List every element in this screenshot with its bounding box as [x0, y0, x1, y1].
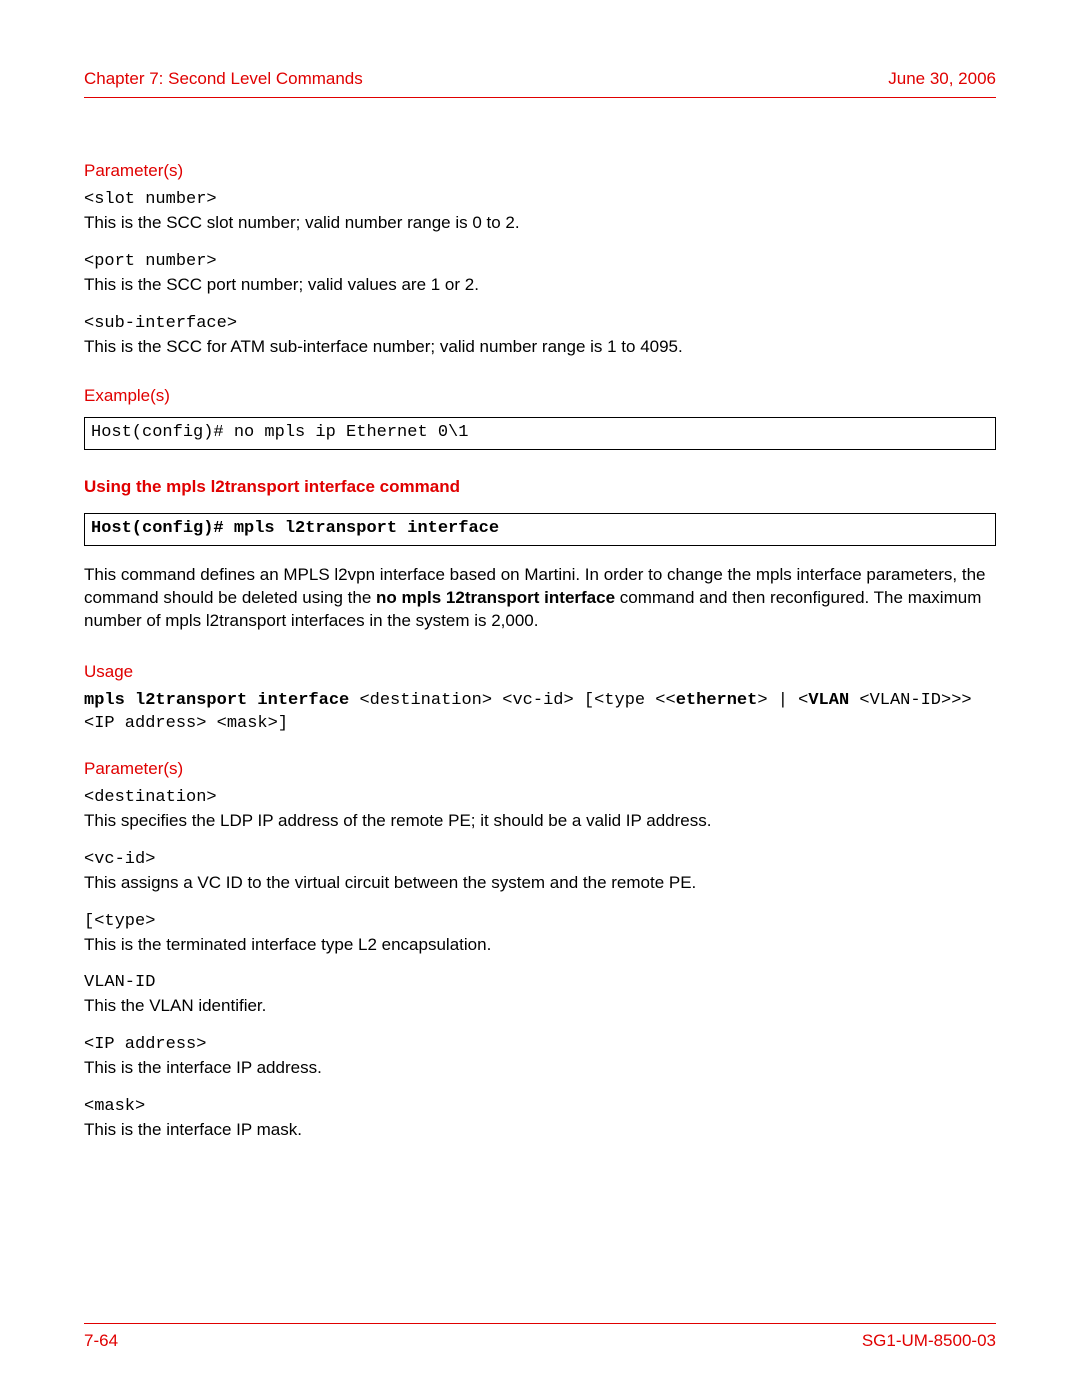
param-destination: <destination> This specifies the LDP IP … [84, 787, 996, 833]
parameters-heading-1: Parameter(s) [84, 160, 996, 183]
param-term: <mask> [84, 1096, 996, 1119]
param-desc: This is the interface IP mask. [84, 1119, 996, 1142]
usage-syntax: mpls l2transport interface <destination>… [84, 690, 996, 736]
usage-heading: Usage [84, 661, 996, 684]
command-syntax-box: Host(config)# mpls l2transport interface [84, 513, 996, 546]
param-term: VLAN-ID [84, 972, 996, 995]
param-vc-id: <vc-id> This assigns a VC ID to the virt… [84, 849, 996, 895]
param-term: <vc-id> [84, 849, 996, 872]
param-sub-interface: <sub-interface> This is the SCC for ATM … [84, 313, 996, 359]
usage-bold-1: mpls l2transport interface [84, 691, 359, 710]
usage-bold-2: ethernet [676, 691, 758, 710]
param-desc: This specifies the LDP IP address of the… [84, 810, 996, 833]
param-term: [<type> [84, 911, 996, 934]
usage-plain-2: > | < [757, 691, 808, 710]
command-description: This command defines an MPLS l2vpn inter… [84, 564, 996, 633]
param-port-number: <port number> This is the SCC port numbe… [84, 251, 996, 297]
footer-page-number: 7-64 [84, 1330, 118, 1353]
footer-doc-id: SG1-UM-8500-03 [862, 1330, 996, 1353]
header-date: June 30, 2006 [888, 68, 996, 91]
examples-heading: Example(s) [84, 385, 996, 408]
param-term: <sub-interface> [84, 313, 996, 336]
usage-bold-3: VLAN [808, 691, 849, 710]
param-term: <port number> [84, 251, 996, 274]
param-ip-address: <IP address> This is the interface IP ad… [84, 1034, 996, 1080]
param-type: [<type> This is the terminated interface… [84, 911, 996, 957]
param-term: <IP address> [84, 1034, 996, 1057]
page: Chapter 7: Second Level Commands June 30… [0, 0, 1080, 1397]
header-chapter: Chapter 7: Second Level Commands [84, 68, 363, 91]
parameters-heading-2: Parameter(s) [84, 758, 996, 781]
sub-heading: Using the mpls l2transport interface com… [84, 476, 996, 499]
param-slot-number: <slot number> This is the SCC slot numbe… [84, 189, 996, 235]
param-desc: This is the SCC for ATM sub-interface nu… [84, 336, 996, 359]
usage-plain-1: <destination> <vc-id> [<type << [359, 691, 675, 710]
page-header: Chapter 7: Second Level Commands June 30… [84, 68, 996, 98]
page-footer: 7-64 SG1-UM-8500-03 [84, 1323, 996, 1353]
param-term: <slot number> [84, 189, 996, 212]
param-term: <destination> [84, 787, 996, 810]
body-bold: no mpls 12transport interface [376, 588, 615, 607]
param-desc: This is the interface IP address. [84, 1057, 996, 1080]
param-desc: This is the SCC slot number; valid numbe… [84, 212, 996, 235]
param-desc: This the VLAN identifier. [84, 995, 996, 1018]
param-mask: <mask> This is the interface IP mask. [84, 1096, 996, 1142]
param-desc: This is the SCC port number; valid value… [84, 274, 996, 297]
param-vlan-id: VLAN-ID This the VLAN identifier. [84, 972, 996, 1018]
example-code-box: Host(config)# no mpls ip Ethernet 0\1 [84, 417, 996, 450]
param-desc: This is the terminated interface type L2… [84, 934, 996, 957]
param-desc: This assigns a VC ID to the virtual circ… [84, 872, 996, 895]
